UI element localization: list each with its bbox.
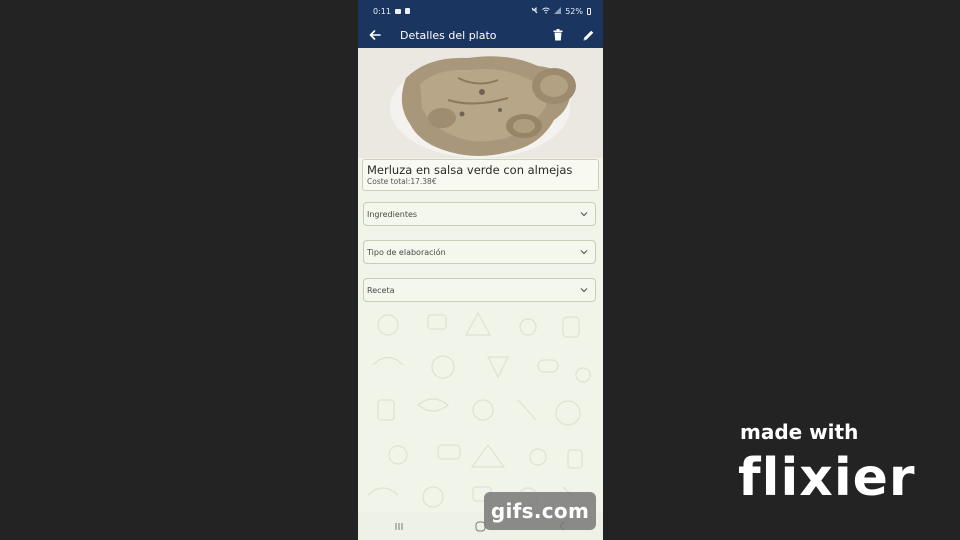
back-button[interactable] [358, 22, 392, 48]
ingredients-dropdown[interactable]: Ingredientes [363, 202, 596, 226]
edit-button[interactable] [573, 22, 603, 48]
chevron-down-icon [579, 209, 589, 219]
gifs-watermark: gifs.com [484, 492, 596, 530]
notification-icon [404, 8, 410, 14]
delete-button[interactable] [543, 22, 573, 48]
status-time: 0:11 [373, 6, 391, 16]
recipe-dropdown[interactable]: Receta [363, 278, 596, 302]
page-title: Detalles del plato [400, 28, 497, 42]
background-food-pattern [367, 311, 591, 508]
wifi-icon [542, 7, 551, 16]
elaboration-type-label: Tipo de elaboración [367, 247, 446, 257]
pencil-icon [583, 30, 593, 40]
recipe-label: Receta [367, 285, 395, 295]
dish-total-cost: Coste total:17.38€ [367, 177, 437, 186]
made-with-watermark: made with [740, 420, 859, 444]
recents-icon [395, 522, 403, 530]
ingredients-label: Ingredientes [367, 209, 418, 219]
dish-photo-drawing [358, 48, 603, 158]
dish-name: Merluza en salsa verde con almejas [367, 163, 573, 177]
elaboration-type-dropdown[interactable]: Tipo de elaboración [363, 240, 596, 264]
arrow-left-icon [369, 30, 381, 40]
flixier-watermark: flixier [738, 448, 916, 508]
mute-icon [531, 6, 538, 16]
phone-screen: 0:11 52% Detalles del plato Merluza en s… [358, 0, 603, 540]
chevron-down-icon [579, 247, 589, 257]
app-bar: Detalles del plato [358, 22, 603, 48]
video-icon [394, 8, 401, 14]
battery-icon [587, 7, 591, 15]
trash-icon [553, 29, 563, 41]
status-bar: 0:11 52% [358, 0, 603, 22]
battery-level: 52% [565, 6, 583, 16]
dish-summary-card: Merluza en salsa verde con almejas Coste… [362, 159, 599, 191]
recents-button[interactable] [384, 516, 414, 536]
chevron-down-icon [579, 285, 589, 295]
signal-icon [554, 6, 562, 16]
dish-photo [358, 48, 603, 158]
